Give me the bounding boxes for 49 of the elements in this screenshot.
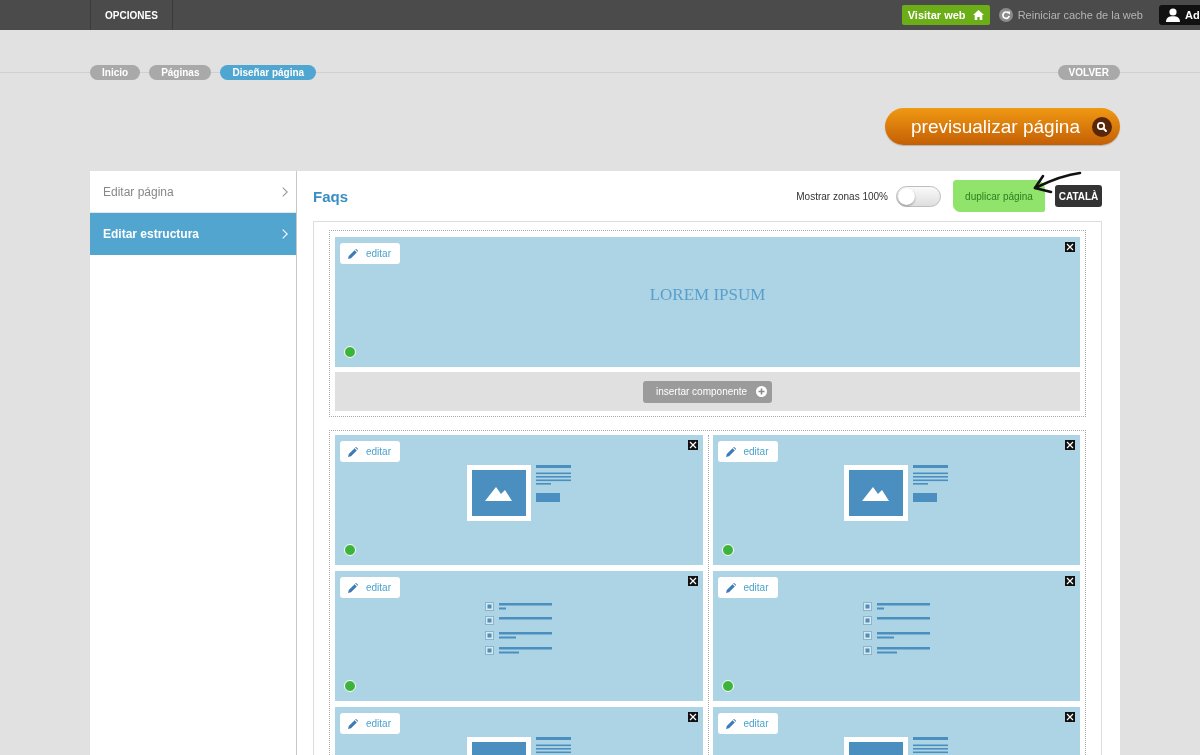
edit-button[interactable]: editar	[717, 441, 778, 462]
chevron-right-icon	[282, 228, 288, 239]
breadcrumb-link[interactable]: Páginas	[149, 65, 212, 80]
pencil-icon	[725, 446, 736, 457]
plus-circle-icon	[756, 386, 767, 397]
edit-button[interactable]: editar	[717, 577, 778, 598]
image-text-layout-icon	[466, 465, 571, 521]
preview-page-button[interactable]: previsualizar página	[885, 108, 1120, 145]
visit-site-button[interactable]: Visitar web	[901, 5, 990, 25]
checklist-layout-icon	[862, 602, 930, 656]
breadcrumb-link[interactable]: Diseñar página	[220, 65, 317, 80]
close-icon[interactable]	[1065, 440, 1075, 450]
pencil-icon	[348, 248, 358, 259]
pencil-icon	[348, 446, 358, 457]
zones-toggle-label: Mostrar zonas 100%	[796, 190, 888, 202]
close-icon[interactable]	[687, 712, 698, 722]
sidebar-item[interactable]: Editar estructura	[90, 213, 296, 255]
edit-button[interactable]: editar	[340, 577, 400, 598]
pencil-icon	[725, 718, 736, 729]
user-menu-button[interactable]: Ad	[1159, 5, 1200, 25]
zones-toggle[interactable]	[896, 185, 941, 207]
chevron-right-icon	[282, 186, 288, 197]
checklist-layout-icon	[485, 602, 553, 656]
refresh-icon	[998, 8, 1013, 22]
pencil-icon	[348, 582, 358, 593]
duplicate-page-button[interactable]: duplicar página	[953, 180, 1045, 212]
block-heading: LOREM IPSUM	[649, 285, 766, 305]
close-icon[interactable]	[1065, 242, 1075, 252]
image-text-layout-icon	[844, 465, 949, 521]
breadcrumb-link[interactable]: Inicio	[90, 65, 141, 80]
pencil-icon	[348, 718, 358, 729]
home-icon	[972, 10, 984, 20]
pencil-icon	[725, 582, 736, 593]
close-icon[interactable]	[687, 576, 698, 586]
edit-button[interactable]: editar	[340, 713, 400, 734]
user-icon	[1165, 8, 1181, 22]
close-icon[interactable]	[1065, 576, 1075, 586]
edit-button[interactable]: editar	[340, 243, 400, 264]
options-menu-tab[interactable]: OPCIONES	[90, 0, 173, 30]
back-button[interactable]: VOLVER	[1057, 65, 1120, 80]
edit-button[interactable]: editar	[717, 713, 778, 734]
insert-component-button[interactable]: insertar componente	[643, 380, 772, 403]
search-icon	[1092, 116, 1112, 137]
page-title: Faqs	[313, 187, 348, 205]
language-button[interactable]: CATALÀ	[1055, 185, 1102, 207]
edit-button[interactable]: editar	[340, 441, 400, 462]
close-icon[interactable]	[1065, 712, 1075, 722]
clear-cache-link[interactable]: Reiniciar cache de la web	[998, 8, 1143, 22]
close-icon[interactable]	[687, 440, 698, 450]
